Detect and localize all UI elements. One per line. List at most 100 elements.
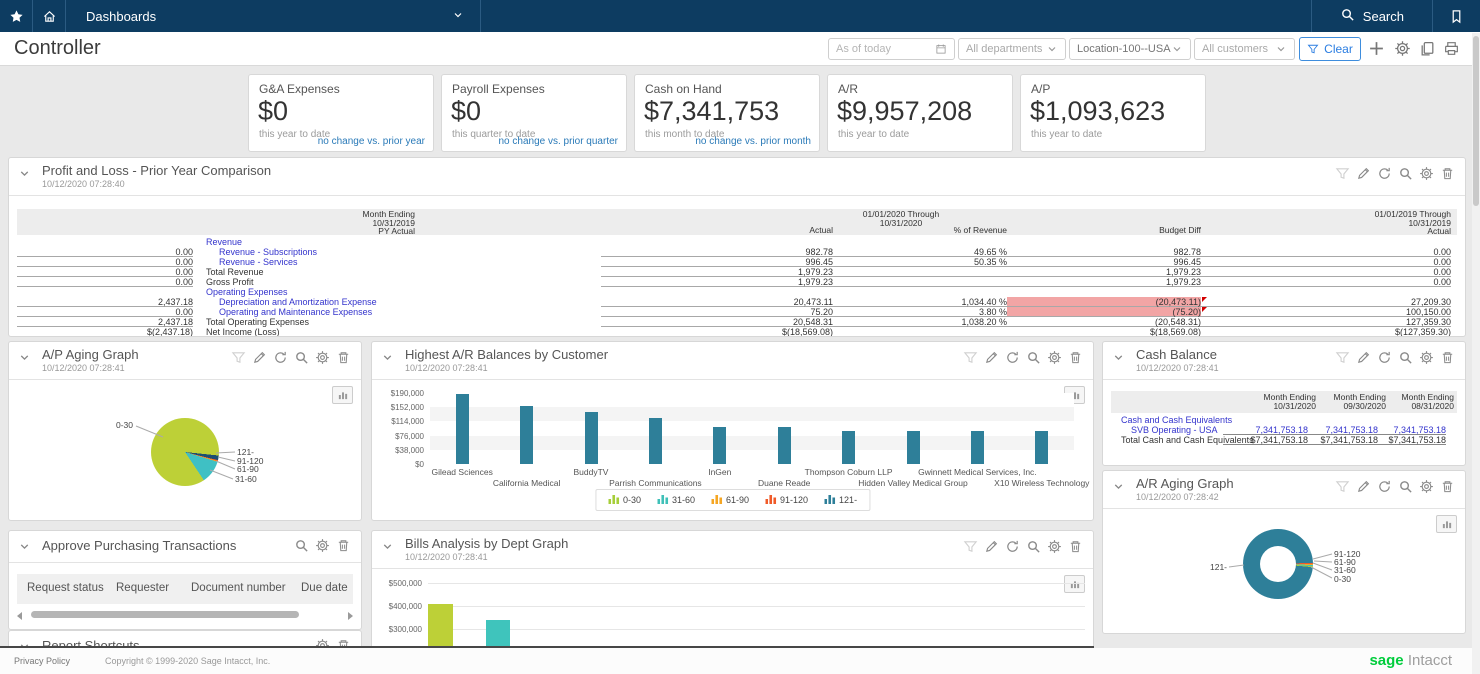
print-button[interactable] (1443, 40, 1460, 62)
collapse-chevron-icon[interactable] (18, 351, 31, 369)
gear-icon[interactable] (315, 538, 330, 553)
search-icon[interactable] (1026, 350, 1041, 365)
scrollbar-thumb[interactable] (1473, 36, 1479, 206)
search-icon[interactable] (1398, 479, 1413, 494)
scroll-left-arrow[interactable] (17, 612, 22, 620)
trash-icon[interactable] (1068, 539, 1083, 554)
favorites-button[interactable] (0, 0, 33, 32)
bar-InGen[interactable] (713, 427, 726, 464)
bar-Gilead Sciences[interactable] (456, 394, 469, 464)
legend-item-31-60[interactable]: 31-60 (657, 494, 695, 506)
clear-filters-button[interactable]: Clear (1299, 37, 1361, 61)
cash-value[interactable]: 7,341,753.18 (1308, 425, 1378, 435)
filter-icon[interactable] (963, 539, 978, 554)
bar-California Medical[interactable] (520, 406, 533, 464)
collapse-chevron-icon[interactable] (1112, 351, 1125, 369)
legend-item-61-90[interactable]: 61-90 (711, 494, 749, 506)
scroll-right-arrow[interactable] (348, 612, 353, 620)
vertical-scrollbar[interactable] (1472, 33, 1480, 674)
filter-icon[interactable] (231, 350, 246, 365)
search-icon[interactable] (1398, 166, 1413, 181)
search-icon[interactable] (294, 350, 309, 365)
star-icon[interactable] (9, 9, 24, 24)
pencil-icon[interactable] (984, 350, 999, 365)
refresh-icon[interactable] (1377, 166, 1392, 181)
gear-icon[interactable] (1047, 350, 1062, 365)
chart-type-button[interactable] (1436, 515, 1457, 533)
bills-bar-1[interactable] (428, 604, 453, 648)
refresh-icon[interactable] (273, 350, 288, 365)
bar-Parrish Communications[interactable] (649, 418, 662, 464)
filter-icon[interactable] (963, 350, 978, 365)
horizontal-scrollbar[interactable] (17, 610, 353, 620)
pencil-icon[interactable] (252, 350, 267, 365)
departments-filter[interactable]: All departments (958, 38, 1066, 60)
chart-type-button[interactable] (1064, 575, 1085, 593)
bookmark-button[interactable] (1432, 0, 1480, 32)
trash-icon[interactable] (1440, 350, 1455, 365)
pnl-account-link[interactable]: Operating Expenses (193, 287, 601, 297)
pnl-account-link[interactable]: Revenue - Subscriptions (193, 247, 601, 257)
bar-Hidden Valley Medical Group[interactable] (907, 431, 920, 464)
trash-icon[interactable] (1440, 479, 1455, 494)
search-icon[interactable] (294, 538, 309, 553)
filter-icon[interactable] (1335, 350, 1350, 365)
home-button[interactable] (33, 0, 66, 32)
as-of-date-filter[interactable] (828, 38, 955, 60)
privacy-policy-link[interactable]: Privacy Policy (14, 656, 70, 666)
pnl-account-link[interactable]: Operating and Maintenance Expenses (193, 307, 601, 317)
collapse-chevron-icon[interactable] (18, 540, 31, 558)
kpi-compare-link[interactable]: no change vs. prior quarter (498, 136, 618, 147)
as-of-date-input[interactable] (836, 43, 928, 55)
filter-icon[interactable] (1335, 479, 1350, 494)
pencil-icon[interactable] (984, 539, 999, 554)
chart-type-button[interactable] (332, 386, 353, 404)
bar-Duane Reade[interactable] (778, 427, 791, 464)
gear-icon[interactable] (1419, 479, 1434, 494)
refresh-icon[interactable] (1377, 479, 1392, 494)
bar-Thompson Coburn LLP[interactable] (842, 431, 855, 464)
trash-icon[interactable] (336, 538, 351, 553)
collapse-chevron-icon[interactable] (1112, 480, 1125, 498)
legend-item-0-30[interactable]: 0-30 (608, 494, 641, 506)
pnl-account-link[interactable]: Revenue - Services (193, 257, 601, 267)
collapse-chevron-icon[interactable] (381, 540, 394, 558)
pencil-icon[interactable] (1356, 350, 1371, 365)
cash-value[interactable]: 7,341,753.18 (1223, 425, 1308, 435)
pnl-account-link[interactable]: Revenue (193, 237, 601, 247)
trash-icon[interactable] (336, 350, 351, 365)
scrollbar-thumb[interactable] (31, 611, 299, 618)
bar-Gwinnett Medical Services, Inc.[interactable] (971, 431, 984, 464)
refresh-icon[interactable] (1005, 539, 1020, 554)
trash-icon[interactable] (1068, 350, 1083, 365)
pencil-icon[interactable] (1356, 479, 1371, 494)
duplicate-dashboard-button[interactable] (1419, 40, 1436, 62)
pencil-icon[interactable] (1356, 166, 1371, 181)
collapse-chevron-icon[interactable] (18, 167, 31, 185)
refresh-icon[interactable] (1377, 350, 1392, 365)
trash-icon[interactable] (1440, 166, 1455, 181)
kpi-compare-link[interactable]: no change vs. prior year (318, 136, 425, 147)
filter-icon[interactable] (1335, 166, 1350, 181)
legend-item-91-120[interactable]: 91-120 (765, 494, 808, 506)
bills-bar-2[interactable] (486, 620, 510, 648)
bar-X10 Wireless Technology[interactable] (1035, 431, 1048, 464)
cash-value[interactable]: 7,341,753.18 (1378, 425, 1446, 435)
cash-account-link[interactable]: Cash and Cash Equivalents (1111, 415, 1223, 425)
search-icon[interactable] (1026, 539, 1041, 554)
search-button[interactable]: Search (1311, 0, 1432, 32)
gear-icon[interactable] (1047, 539, 1062, 554)
add-widget-button[interactable] (1368, 40, 1385, 62)
kpi-compare-link[interactable]: no change vs. prior month (695, 136, 811, 147)
gear-icon[interactable] (1419, 350, 1434, 365)
refresh-icon[interactable] (1005, 350, 1020, 365)
location-filter[interactable]: Location-100--USA-- (1069, 38, 1191, 60)
search-icon[interactable] (1398, 350, 1413, 365)
gear-icon[interactable] (315, 350, 330, 365)
customers-filter[interactable]: All customers (1194, 38, 1295, 60)
collapse-chevron-icon[interactable] (381, 351, 394, 369)
ap-aging-pie-chart[interactable] (151, 418, 219, 486)
pnl-account-link[interactable]: Depreciation and Amortization Expense (193, 297, 601, 307)
bar-BuddyTV[interactable] (585, 412, 598, 464)
cash-account-link[interactable]: SVB Operating - USA (1111, 425, 1223, 435)
